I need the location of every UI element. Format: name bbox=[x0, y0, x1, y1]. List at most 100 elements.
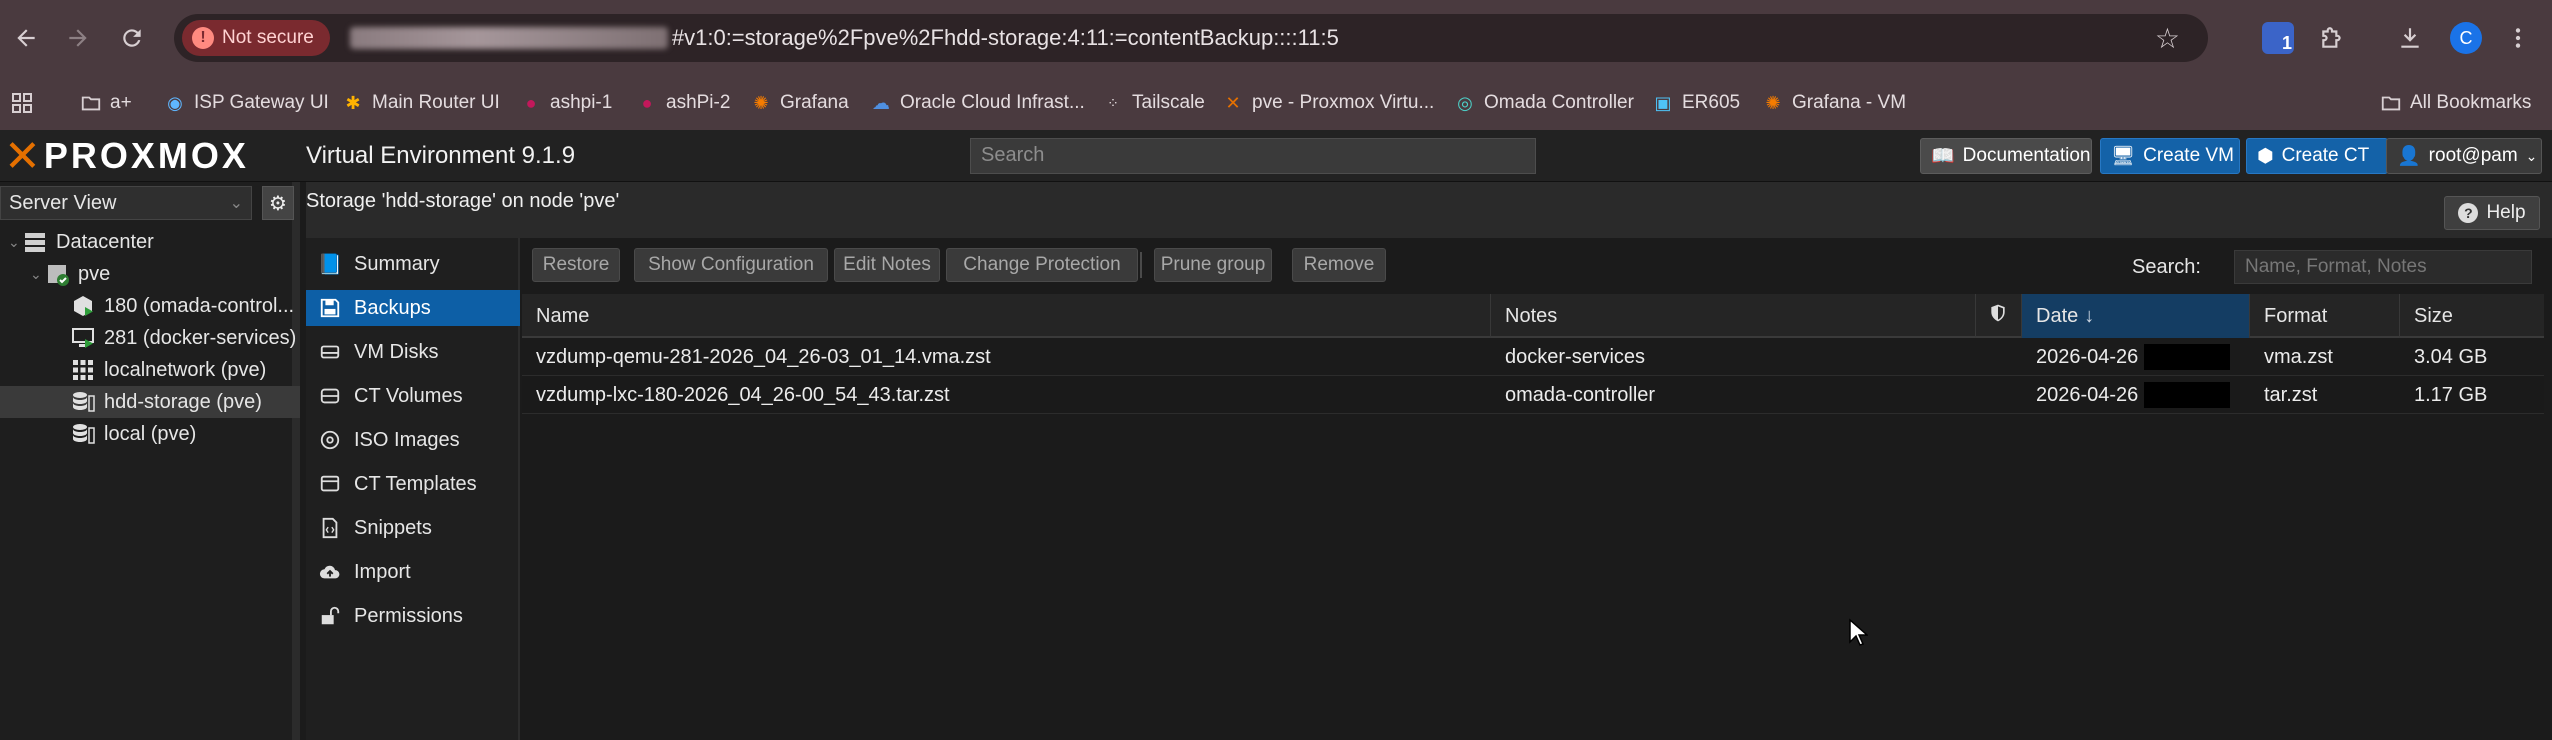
url-text: #v1:0:=storage%2Fpve%2Fhdd-storage:4:11:… bbox=[671, 25, 1339, 50]
bookmark-pve[interactable]: ✕ pve - Proxmox Virtu... bbox=[1222, 88, 1434, 118]
not-secure-chip[interactable]: ! Not secure bbox=[182, 20, 330, 56]
create-vm-button[interactable]: 🖥 Create VM bbox=[2100, 138, 2240, 174]
browser-nav-row: ! Not secure #v1:0:=storage%2Fpve%2Fhdd-… bbox=[0, 0, 2552, 76]
profile-initial: C bbox=[2459, 27, 2473, 48]
remove-button[interactable]: Remove bbox=[1292, 248, 1386, 282]
bookmark-tailscale[interactable]: ⁘ Tailscale bbox=[1102, 88, 1205, 118]
content-header bbox=[306, 182, 2552, 238]
address-bar[interactable]: ! Not secure #v1:0:=storage%2Fpve%2Fhdd-… bbox=[174, 14, 2208, 62]
tree-item-hdd-storage[interactable]: hdd-storage (pve) bbox=[0, 386, 300, 418]
browser-chrome: ! Not secure #v1:0:=storage%2Fpve%2Fhdd-… bbox=[0, 0, 2552, 130]
network-icon bbox=[70, 357, 96, 383]
prune-group-button[interactable]: Prune group bbox=[1154, 248, 1272, 282]
backup-search-input[interactable]: Name, Format, Notes bbox=[2234, 250, 2532, 284]
back-button[interactable] bbox=[8, 20, 44, 56]
tree-item-ct-180[interactable]: 180 (omada-control... bbox=[0, 290, 300, 322]
cell-size: 3.04 GB bbox=[2414, 345, 2488, 368]
column-date[interactable]: Date ↓ bbox=[2022, 294, 2250, 338]
extension-badge-count: 1 bbox=[2281, 33, 2292, 53]
show-configuration-label: Show Configuration bbox=[648, 254, 814, 275]
forward-button[interactable] bbox=[60, 20, 96, 56]
bookmark-a-plus[interactable]: a+ bbox=[80, 88, 132, 118]
help-label: Help bbox=[2486, 202, 2526, 223]
reload-button[interactable] bbox=[114, 20, 150, 56]
edit-notes-button[interactable]: Edit Notes bbox=[834, 248, 940, 282]
column-protected[interactable] bbox=[1976, 294, 2022, 338]
bookmark-oracle-cloud[interactable]: ☁ Oracle Cloud Infrast... bbox=[870, 88, 1085, 118]
bookmark-main-router[interactable]: ✱ Main Router UI bbox=[342, 88, 500, 118]
kebab-menu-icon[interactable] bbox=[2500, 20, 2536, 56]
user-label: root@pam bbox=[2428, 145, 2518, 166]
grafana-icon: ✺ bbox=[1765, 92, 1781, 113]
table-row[interactable]: vzdump-lxc-180-2026_04_26-00_54_43.tar.z… bbox=[522, 376, 2544, 414]
bookmark-grafana-vm[interactable]: ✺ Grafana - VM bbox=[1762, 88, 1906, 118]
profile-avatar[interactable]: C bbox=[2450, 22, 2482, 54]
create-ct-button[interactable]: ⬢ Create CT bbox=[2246, 138, 2388, 174]
expand-toggle-icon[interactable]: ⌄ bbox=[8, 234, 22, 251]
all-bookmarks-button[interactable]: All Bookmarks bbox=[2380, 88, 2531, 118]
download-icon[interactable] bbox=[2392, 20, 2428, 56]
column-name[interactable]: Name bbox=[522, 294, 1491, 338]
arrow-right-icon bbox=[69, 29, 87, 47]
show-configuration-button[interactable]: Show Configuration bbox=[634, 248, 828, 282]
tree-item-local[interactable]: local (pve) bbox=[0, 418, 300, 450]
column-format[interactable]: Format bbox=[2250, 294, 2400, 338]
nav-snippets[interactable]: Snippets bbox=[306, 510, 520, 546]
gear-icon[interactable]: ⚙ bbox=[262, 186, 294, 220]
documentation-button[interactable]: 📖 Documentation bbox=[1920, 138, 2092, 174]
change-protection-button[interactable]: Change Protection bbox=[946, 248, 1138, 282]
extension-icon[interactable]: 1 bbox=[2262, 22, 2294, 54]
proxmox-logo[interactable]: ✕ PROXMOX bbox=[4, 132, 249, 181]
expand-toggle-icon[interactable]: ⌄ bbox=[30, 266, 44, 283]
help-button[interactable]: ? Help bbox=[2444, 196, 2540, 230]
storage-icon bbox=[70, 421, 96, 447]
version-label: Virtual Environment 9.1.9 bbox=[306, 142, 576, 169]
puzzle-icon[interactable] bbox=[2314, 20, 2350, 56]
bookmark-label: Omada Controller bbox=[1484, 92, 1634, 113]
tree-item-vm-281[interactable]: 281 (docker-services) bbox=[0, 322, 300, 354]
nav-ct-volumes[interactable]: CT Volumes bbox=[306, 378, 520, 414]
tree-item-localnetwork[interactable]: localnetwork (pve) bbox=[0, 354, 300, 386]
bookmark-label: ashpi-1 bbox=[550, 92, 613, 113]
book-icon: 📖 bbox=[1931, 146, 1955, 167]
nav-summary[interactable]: 📘 Summary bbox=[306, 246, 520, 282]
nav-permissions[interactable]: Permissions bbox=[306, 598, 520, 634]
view-selector[interactable]: Server View ⌄ bbox=[0, 186, 252, 220]
tree-item-datacenter[interactable]: ⌄ Datacenter bbox=[0, 226, 300, 258]
bookmark-label: Main Router UI bbox=[372, 92, 500, 113]
nav-ct-templates[interactable]: CT Templates bbox=[306, 466, 520, 502]
storage-icon bbox=[70, 389, 96, 415]
bookmark-label: Grafana bbox=[780, 92, 849, 113]
column-size[interactable]: Size bbox=[2400, 294, 2544, 338]
bookmark-ashpi-2[interactable]: ● ashPi-2 bbox=[636, 88, 731, 118]
bookmark-grafana[interactable]: ✺ Grafana bbox=[750, 88, 849, 118]
toolbar-divider bbox=[1140, 252, 1142, 278]
apps-grid-icon[interactable] bbox=[10, 88, 34, 118]
disc-icon bbox=[318, 428, 342, 452]
restore-button[interactable]: Restore bbox=[532, 248, 620, 282]
bookmark-label: a+ bbox=[110, 92, 132, 113]
restore-label: Restore bbox=[542, 254, 610, 275]
column-notes[interactable]: Notes bbox=[1491, 294, 1976, 338]
bookmark-isp-gateway[interactable]: ◉ ISP Gateway UI bbox=[164, 88, 329, 118]
container-icon bbox=[70, 293, 96, 319]
nav-iso-images[interactable]: ISO Images bbox=[306, 422, 520, 458]
reload-icon bbox=[123, 29, 141, 47]
bookmark-ashpi-1[interactable]: ● ashpi-1 bbox=[520, 88, 613, 118]
search-label: Search: bbox=[2132, 256, 2201, 278]
cell-name: vzdump-lxc-180-2026_04_26-00_54_43.tar.z… bbox=[536, 383, 950, 406]
cloud-icon: ☁ bbox=[872, 92, 890, 113]
global-search-input[interactable]: Search bbox=[970, 138, 1536, 174]
bookmark-omada[interactable]: ◎ Omada Controller bbox=[1454, 88, 1634, 118]
proxmox-x-icon: ✕ bbox=[4, 131, 44, 181]
proxmox-icon: ✕ bbox=[1225, 92, 1241, 113]
grafana-icon: ✺ bbox=[753, 92, 769, 113]
nav-vm-disks[interactable]: VM Disks bbox=[306, 334, 520, 370]
nav-import[interactable]: Import bbox=[306, 554, 520, 590]
user-menu-button[interactable]: 👤 root@pam ⌄ bbox=[2386, 138, 2542, 174]
bookmark-star-icon[interactable]: ☆ bbox=[2155, 22, 2180, 55]
table-row[interactable]: vzdump-qemu-281-2026_04_26-03_01_14.vma.… bbox=[522, 338, 2544, 376]
nav-backups[interactable]: Backups bbox=[306, 290, 520, 326]
tree-item-pve[interactable]: ⌄ pve bbox=[0, 258, 300, 290]
bookmark-er605[interactable]: ▣ ER605 bbox=[1652, 88, 1740, 118]
